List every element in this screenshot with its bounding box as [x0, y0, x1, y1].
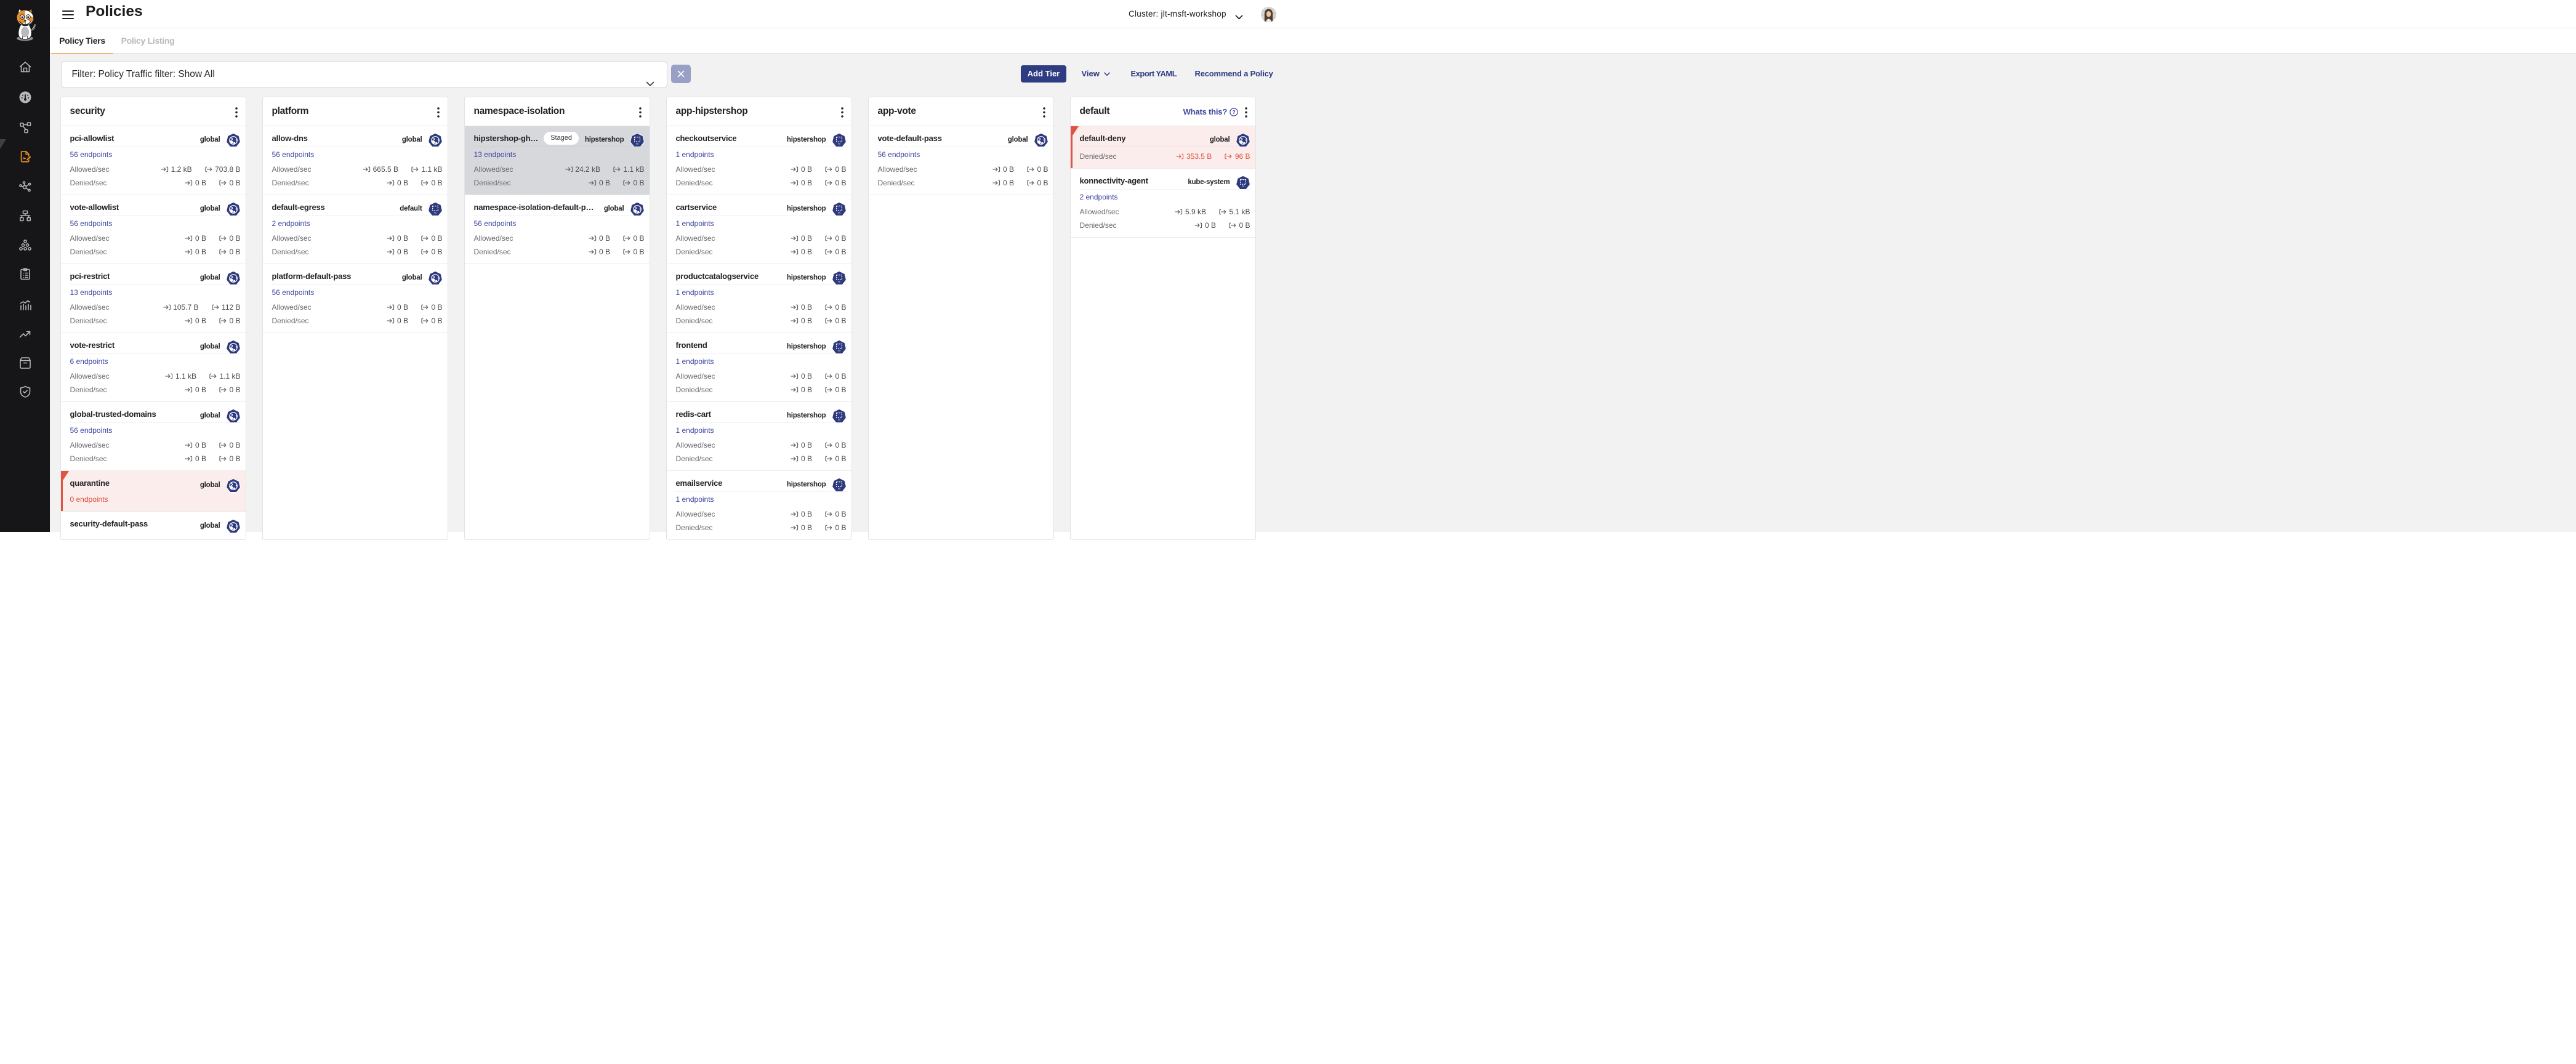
- svg-text:ns: ns: [837, 142, 840, 145]
- svg-text:ns: ns: [837, 418, 840, 421]
- svg-text:ns: ns: [635, 142, 638, 145]
- svg-text:ns: ns: [837, 349, 840, 352]
- svg-text:ns: ns: [837, 211, 840, 214]
- svg-text:ns: ns: [837, 487, 840, 490]
- svg-text:ns: ns: [837, 280, 840, 283]
- svg-text:ns: ns: [433, 211, 436, 214]
- svg-text:?: ?: [1232, 109, 1235, 115]
- svg-text:ns: ns: [1241, 185, 1244, 187]
